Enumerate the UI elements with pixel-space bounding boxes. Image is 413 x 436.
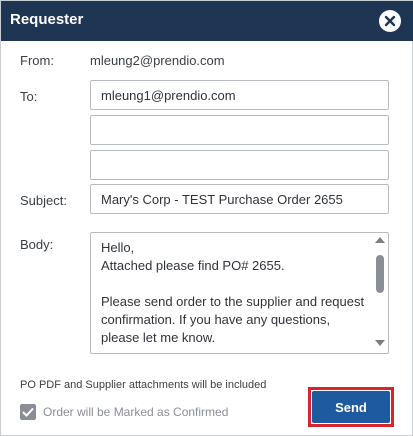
to-field-3[interactable]	[90, 150, 389, 180]
scroll-down-arrow-icon[interactable]	[375, 340, 385, 346]
body-scrollbar[interactable]	[372, 233, 388, 353]
scroll-thumb[interactable]	[376, 255, 384, 293]
to-input-3[interactable]	[91, 151, 388, 179]
subject-input[interactable]	[91, 185, 388, 213]
dialog-title: Requester	[10, 11, 84, 28]
to-label: To:	[20, 89, 38, 104]
from-label: From:	[20, 53, 54, 68]
close-button[interactable]	[379, 10, 401, 32]
from-value: mleung2@prendio.com	[90, 53, 225, 68]
checkmark-icon	[22, 407, 34, 417]
body-textarea[interactable]: Hello, Attached please find PO# 2655. Pl…	[90, 232, 389, 354]
to-field-1[interactable]	[90, 80, 389, 110]
attachments-note: PO PDF and Supplier attachments will be …	[20, 379, 267, 391]
body-label: Body:	[20, 237, 54, 252]
to-input-1[interactable]	[91, 81, 388, 109]
to-input-2[interactable]	[91, 116, 388, 144]
requester-dialog: Requester From: mleung2@prendio.com To: …	[0, 0, 413, 436]
confirm-checkbox-label: Order will be Marked as Confirmed	[43, 405, 229, 419]
close-icon	[384, 15, 396, 27]
dialog-titlebar: Requester	[1, 1, 413, 41]
subject-label: Subject:	[20, 193, 67, 208]
body-text[interactable]: Hello, Attached please find PO# 2655. Pl…	[101, 239, 371, 353]
to-field-2[interactable]	[90, 115, 389, 145]
subject-field[interactable]	[90, 184, 389, 214]
scroll-up-arrow-icon[interactable]	[375, 237, 385, 243]
confirm-checkbox[interactable]	[20, 404, 36, 420]
send-button[interactable]: Send	[312, 391, 390, 423]
